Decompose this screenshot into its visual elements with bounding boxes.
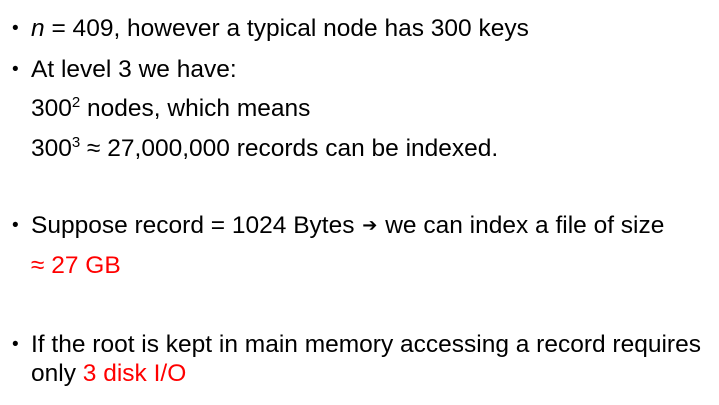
bullet-text-3: Suppose record = 1024 Bytes ➔ we can ind… [31, 212, 664, 241]
bullet-1-rest: = 409, however a typical node has 300 ke… [44, 15, 529, 42]
power-base-2: 300 [31, 135, 72, 162]
bullet-marker-3: • [12, 215, 19, 236]
bullet-text-1: n = 409, however a typical node has 300 … [31, 15, 529, 43]
bullet-marker-4: • [12, 334, 19, 355]
bullet-4-pre: only [31, 360, 83, 387]
disk-io-highlight: 3 disk I/O [82, 360, 187, 387]
bullet-4-line-2: only 3 disk I/O [31, 360, 186, 388]
bullet-marker-2: • [12, 59, 19, 80]
bullet-2-subline-2: 3003 ≈ 27,000,000 records can be indexed… [31, 135, 498, 163]
variable-n: n [31, 15, 45, 42]
bullet-3-post: we can index a file of size [378, 212, 665, 239]
power-base-1: 300 [31, 95, 72, 122]
subline-1-rest: nodes, which means [80, 95, 311, 122]
file-size-result: ≈ 27 GB [31, 252, 121, 279]
bullet-text-4: If the root is kept in main memory acces… [31, 331, 701, 358]
exponent-2: 3 [71, 134, 81, 151]
bullet-text-2: At level 3 we have: [31, 56, 237, 83]
slide: • n = 409, however a typical node has 30… [0, 0, 719, 405]
bullet-3-pre: Suppose record = 1024 Bytes [31, 212, 362, 239]
subline-2-rest: ≈ 27,000,000 records can be indexed. [80, 135, 499, 162]
right-arrow-icon: ➔ [362, 215, 378, 235]
bullet-marker-1: • [12, 18, 19, 39]
bullet-2-subline-1: 3002 nodes, which means [31, 95, 310, 123]
exponent-1: 2 [71, 94, 81, 111]
